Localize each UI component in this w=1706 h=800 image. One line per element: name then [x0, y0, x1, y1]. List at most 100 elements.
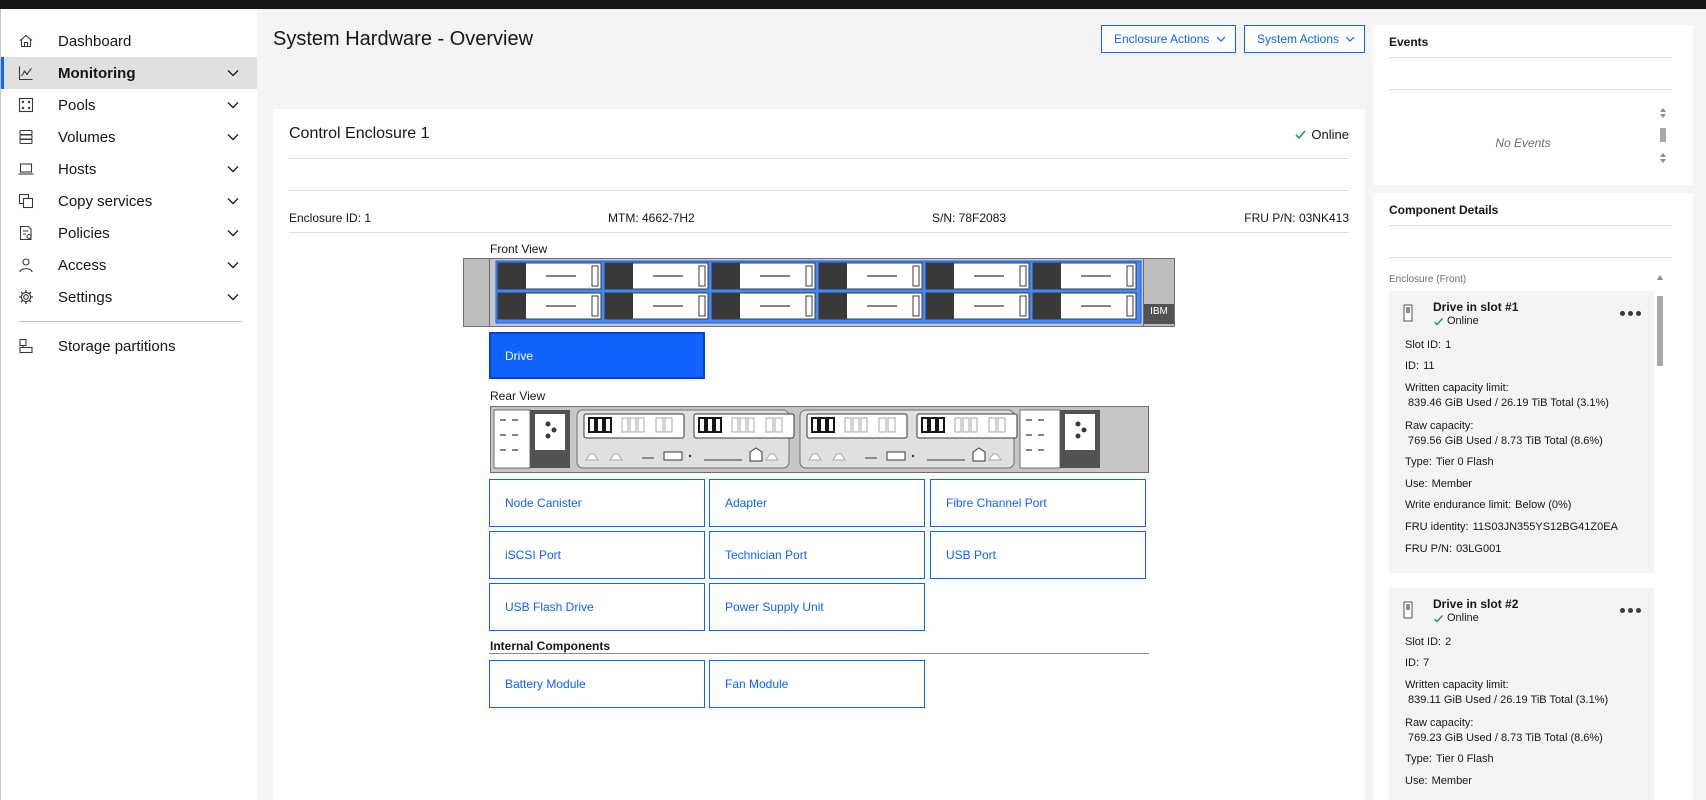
sidebar-item-volumes[interactable]: Volumes	[1, 121, 257, 153]
events-title: Events	[1389, 35, 1429, 49]
divider	[1389, 89, 1671, 90]
component-details-title: Component Details	[1389, 203, 1499, 217]
id-label: ID:	[1405, 657, 1420, 669]
fan-module-button[interactable]: Fan Module	[709, 660, 925, 708]
drive-slot[interactable]	[925, 262, 1030, 290]
type-row: Type: Tier 0 Flash	[1405, 456, 1494, 468]
drive-slot[interactable]	[604, 262, 709, 290]
sidebar-item-copy-services[interactable]: Copy services	[1, 185, 257, 217]
chevron-down-icon[interactable]	[226, 67, 240, 79]
divider	[289, 232, 1349, 233]
enclosure-id: Enclosure ID: 1	[289, 211, 372, 225]
drive-slot[interactable]	[497, 262, 602, 290]
adapter-button[interactable]: Adapter	[709, 479, 925, 527]
enclosure-card: Control Enclosure 1 Online Enclosure ID:…	[273, 109, 1365, 800]
drive-slot[interactable]	[818, 292, 923, 320]
enclosure-status: Online	[1294, 127, 1349, 142]
adapter-card[interactable]	[916, 413, 1018, 439]
drive-card: Drive in slot #2 Online Slot ID: 2 ID: 7 W…	[1389, 588, 1654, 800]
drive-slot[interactable]	[925, 292, 1030, 320]
use-value: Member	[1431, 478, 1472, 490]
id-row: ID: 11	[1405, 360, 1434, 372]
rear-view-enclosure[interactable]	[490, 406, 1149, 473]
drive-status: Online	[1433, 315, 1479, 327]
battery-module-button[interactable]: Battery Module	[489, 660, 705, 708]
page-title: System Hardware - Overview	[273, 28, 534, 50]
written-capacity-value: 839.46 GiB Used / 26.19 TiB Total (3.1%)	[1408, 397, 1609, 409]
overflow-menu-icon[interactable]	[1619, 606, 1643, 616]
sidebar-item-label: Volumes	[58, 128, 116, 146]
user-icon	[18, 257, 34, 273]
chevron-down-icon[interactable]	[226, 291, 240, 303]
node-canister-button[interactable]: Node Canister	[489, 479, 705, 527]
chevron-down-icon	[1215, 34, 1227, 44]
fibre-channel-port-button[interactable]: Fibre Channel Port	[930, 479, 1146, 527]
drive-slot[interactable]	[1032, 292, 1137, 320]
copy-icon	[18, 193, 34, 209]
drive-status-label: Online	[1447, 612, 1479, 624]
details-scrollbar[interactable]	[1655, 272, 1665, 800]
sidebar-item-label: Access	[58, 256, 107, 274]
type-row: Type: Tier 0 Flash	[1405, 753, 1494, 765]
volumes-icon	[18, 129, 34, 145]
usb-flash-drive-button[interactable]: USB Flash Drive	[489, 583, 705, 631]
drive-slot[interactable]	[711, 262, 816, 290]
chart-line-icon	[18, 65, 34, 81]
drive-title: Drive in slot #2	[1433, 597, 1519, 611]
drive-slot[interactable]	[818, 262, 923, 290]
written-capacity-label: Written capacity limit:	[1405, 382, 1509, 394]
chevron-down-icon[interactable]	[226, 163, 240, 175]
chevron-down-icon[interactable]	[226, 195, 240, 207]
drive-slot[interactable]	[604, 292, 709, 320]
technician-port-button[interactable]: Technician Port	[709, 531, 925, 579]
drive-slot[interactable]	[1032, 262, 1137, 290]
type-label: Type:	[1405, 456, 1432, 468]
drive-slot[interactable]	[497, 292, 602, 320]
drive-icon	[1403, 601, 1413, 619]
overflow-menu-icon[interactable]	[1619, 309, 1643, 319]
type-value: Tier 0 Flash	[1435, 456, 1494, 468]
adapter-card[interactable]	[583, 413, 685, 439]
power-supply-unit-button[interactable]: Power Supply Unit	[709, 583, 925, 631]
drive-button[interactable]: Drive	[489, 332, 705, 379]
system-actions-button[interactable]: System Actions	[1244, 25, 1365, 53]
use-label: Use:	[1405, 478, 1428, 490]
front-view-enclosure[interactable]	[463, 258, 1175, 327]
use-label: Use:	[1405, 775, 1428, 787]
drive-slot[interactable]	[711, 292, 816, 320]
fru-pn-row: FRU P/N: 03LG001	[1405, 543, 1501, 555]
sidebar-item-settings[interactable]: Settings	[1, 281, 257, 313]
home-icon	[18, 33, 34, 49]
usb-port-button[interactable]: USB Port	[930, 531, 1146, 579]
events-panel: Events No Events	[1373, 25, 1693, 185]
top-bar	[0, 0, 1706, 9]
adapter-card[interactable]	[806, 413, 908, 439]
sidebar-item-access[interactable]: Access	[1, 249, 257, 281]
sidebar-item-pools[interactable]: Pools	[1, 89, 257, 121]
fru-pn-label: FRU P/N:	[1405, 543, 1453, 555]
chevron-down-icon[interactable]	[226, 259, 240, 271]
checkmark-icon	[1433, 317, 1444, 326]
fru-identity-row: FRU identity: 11S03JN355YS12BG41Z0EA	[1405, 521, 1618, 533]
sidebar-item-hosts[interactable]: Hosts	[1, 153, 257, 185]
gear-icon	[18, 289, 34, 305]
sidebar-item-monitoring[interactable]: Monitoring	[1, 57, 257, 89]
events-scrollbar[interactable]	[1658, 105, 1668, 169]
component-details-panel: Component Details Enclosure (Front) Driv…	[1373, 193, 1693, 800]
system-actions-label: System Actions	[1257, 32, 1340, 46]
sidebar: Dashboard Monitoring Pools Volumes Hosts…	[0, 9, 257, 800]
iscsi-port-button[interactable]: iSCSI Port	[489, 531, 705, 579]
sidebar-item-label: Settings	[58, 288, 113, 306]
id-value: 7	[1423, 657, 1430, 669]
sidebar-item-policies[interactable]: Policies	[1, 217, 257, 249]
enclosure-title: Control Enclosure 1	[289, 125, 430, 142]
sidebar-item-storage-partitions[interactable]: Storage partitions	[1, 330, 257, 362]
adapter-card[interactable]	[693, 413, 795, 439]
chevron-down-icon[interactable]	[226, 227, 240, 239]
slot-id-row: Slot ID: 1	[1405, 339, 1451, 351]
sidebar-item-dashboard[interactable]: Dashboard	[1, 25, 257, 57]
write-endurance-label: Write endurance limit:	[1405, 499, 1512, 511]
chevron-down-icon[interactable]	[226, 131, 240, 143]
enclosure-actions-button[interactable]: Enclosure Actions	[1101, 25, 1236, 53]
chevron-down-icon[interactable]	[226, 99, 240, 111]
